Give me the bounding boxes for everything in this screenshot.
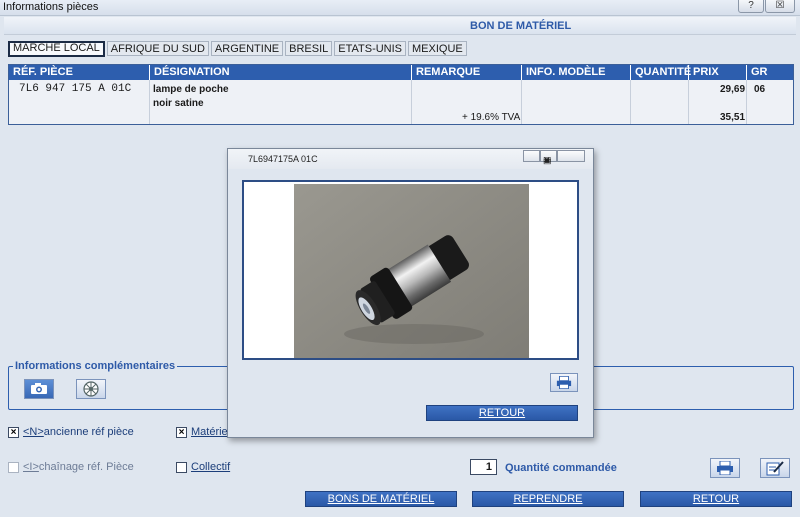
retour-button[interactable]: RETOUR xyxy=(640,491,792,507)
price-ttc: 35,51 xyxy=(720,112,746,123)
part-designation-2: noir satine xyxy=(153,98,204,109)
tab-etats-unis[interactable]: ETATS-UNIS xyxy=(334,41,407,56)
part-price: 29,69 xyxy=(720,84,746,95)
part-photo xyxy=(294,184,529,358)
col-quantite: QUANTITÉ xyxy=(631,65,691,80)
part-gr: 06 xyxy=(754,84,766,95)
tab-mexique[interactable]: MEXIQUE xyxy=(408,41,467,56)
old-ref-checkbox[interactable]: × <N> ancienne réf pièce xyxy=(8,426,134,438)
materiel-box: × xyxy=(176,426,187,438)
photo-button[interactable] xyxy=(24,379,54,399)
tab-bresil[interactable]: BRESIL xyxy=(285,41,333,56)
window-titlebar: Informations pièces ? ☒ xyxy=(0,0,800,16)
close-icon: ☒ xyxy=(775,0,785,11)
wheel-button[interactable] xyxy=(76,379,106,399)
col-gr: GR xyxy=(751,66,768,78)
print-button[interactable] xyxy=(710,458,740,478)
tax-label: + 19.6% TVA xyxy=(462,112,521,123)
market-tabs: MARCHE LOCAL AFRIQUE DU SUD ARGENTINE BR… xyxy=(8,41,469,57)
col-remarque: REMARQUE xyxy=(412,65,522,80)
reprendre-button[interactable]: REPRENDRE xyxy=(472,491,624,507)
part-designation: lampe de poche xyxy=(153,84,229,95)
dialog-retour-button[interactable]: RETOUR xyxy=(426,405,578,421)
dialog-print-button[interactable] xyxy=(550,373,578,392)
image-dialog: 7L6947175A 01C ▭ ▣ ✕ RETOUR xyxy=(227,148,594,438)
dialog-minimize-button[interactable]: ▭ xyxy=(523,150,552,165)
dialog-title: 7L6947175A 01C xyxy=(248,154,318,164)
chain-checkbox[interactable]: <I> chaînage réf. Pièce xyxy=(8,461,134,473)
header-band: BON DE MATÉRIEL xyxy=(4,17,796,35)
collectif-checkbox[interactable]: Collectif xyxy=(176,461,230,473)
col-designation: DÉSIGNATION xyxy=(150,65,412,80)
parts-table: RÉF. PIÈCE DÉSIGNATION REMARQUE INFO. MO… xyxy=(8,64,794,125)
dialog-titlebar: 7L6947175A 01C ▭ ▣ ✕ xyxy=(228,149,593,169)
old-ref-box: × xyxy=(8,426,19,438)
col-ref: RÉF. PIÈCE xyxy=(9,65,150,80)
help-button[interactable]: ? xyxy=(738,0,764,13)
camera-icon xyxy=(31,383,47,394)
printer-icon xyxy=(717,461,733,475)
dialog-close-button[interactable]: ✕ xyxy=(543,150,585,165)
close-icon: ✕ xyxy=(543,155,551,165)
tab-argentine[interactable]: ARGENTINE xyxy=(210,41,284,56)
bons-materiel-button[interactable]: BONS DE MATÉRIEL xyxy=(305,491,457,507)
quantity-input[interactable]: 1 xyxy=(470,459,497,475)
page-title: BON DE MATÉRIEL xyxy=(470,20,572,32)
part-ref[interactable]: 7L6 947 175 A 01C xyxy=(19,83,131,95)
col-prix: PRIX xyxy=(689,65,747,80)
image-frame xyxy=(242,180,579,360)
edit-button[interactable] xyxy=(760,458,790,478)
wheel-icon xyxy=(83,381,99,397)
printer-icon xyxy=(556,376,572,389)
col-info-modele: INFO. MODÈLE xyxy=(522,65,631,80)
window-title: Informations pièces xyxy=(3,1,99,13)
close-button[interactable]: ☒ xyxy=(765,0,795,13)
section-title: Informations complémentaires xyxy=(13,360,178,372)
materiel-checkbox[interactable]: × Matérie xyxy=(176,426,228,438)
dialog-body: RETOUR xyxy=(228,169,593,437)
collectif-box xyxy=(176,461,187,473)
quantity-label: Quantité commandée xyxy=(505,462,617,474)
edit-icon xyxy=(766,461,784,476)
tab-marche-local[interactable]: MARCHE LOCAL xyxy=(8,41,105,57)
table-header: RÉF. PIÈCE DÉSIGNATION REMARQUE INFO. MO… xyxy=(9,65,793,80)
chain-box xyxy=(8,461,19,473)
tab-afrique-du-sud[interactable]: AFRIQUE DU SUD xyxy=(106,41,209,56)
